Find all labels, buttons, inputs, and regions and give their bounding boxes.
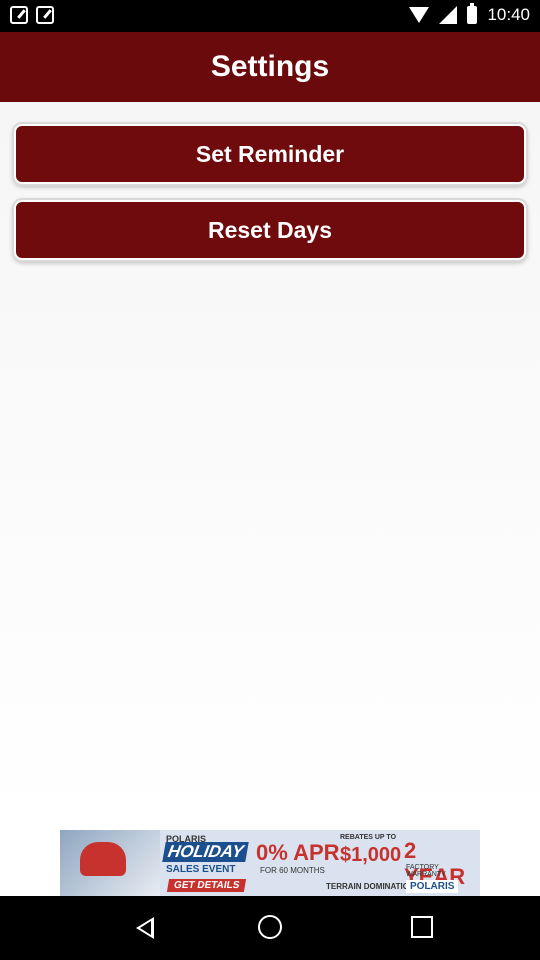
ad-sub-headline: SALES EVENT	[166, 864, 236, 875]
signal-icon	[439, 6, 458, 24]
ad-image	[60, 830, 160, 896]
ad-apr: 0% APR	[256, 840, 340, 865]
status-time: 10:40	[487, 5, 530, 24]
status-right: 10:40	[409, 3, 530, 25]
ad-banner[interactable]: POLARIS HOLIDAY SALES EVENT 0% APR FOR 6…	[60, 830, 480, 896]
ad-apr-terms: FOR 60 MONTHS	[260, 866, 325, 875]
ad-rebate-amount: $1,000	[340, 844, 402, 866]
ad-warranty-label: FACTORY WARRANTY	[406, 864, 446, 878]
battery-icon	[467, 3, 478, 24]
page-title: Settings	[210, 50, 330, 83]
notification-icon	[10, 6, 28, 24]
home-icon[interactable]	[258, 915, 282, 939]
recents-icon[interactable]	[411, 916, 433, 938]
ad-logo: POLARIS	[406, 880, 459, 893]
set-reminder-button[interactable]: Set Reminder	[14, 124, 526, 184]
wifi-icon	[409, 7, 430, 23]
reset-days-label: Reset Days	[207, 216, 333, 243]
navigation-bar	[0, 896, 540, 960]
reset-days-button[interactable]: Reset Days	[14, 200, 526, 260]
ad-headline: HOLIDAY	[162, 842, 250, 862]
set-reminder-label: Set Reminder	[195, 140, 345, 167]
back-icon[interactable]	[136, 917, 154, 939]
status-left	[10, 6, 54, 24]
ad-cta-button[interactable]: GET DETAILS	[166, 879, 247, 892]
notification-icon	[36, 6, 54, 24]
app-header: Settings	[0, 32, 540, 102]
snowmobile-rider-icon	[80, 842, 126, 876]
ad-rebate-label: REBATES UP TO	[340, 834, 397, 841]
status-bar: 10:40	[0, 0, 540, 32]
ad-tagline: TERRAIN DOMINATION	[326, 882, 415, 891]
